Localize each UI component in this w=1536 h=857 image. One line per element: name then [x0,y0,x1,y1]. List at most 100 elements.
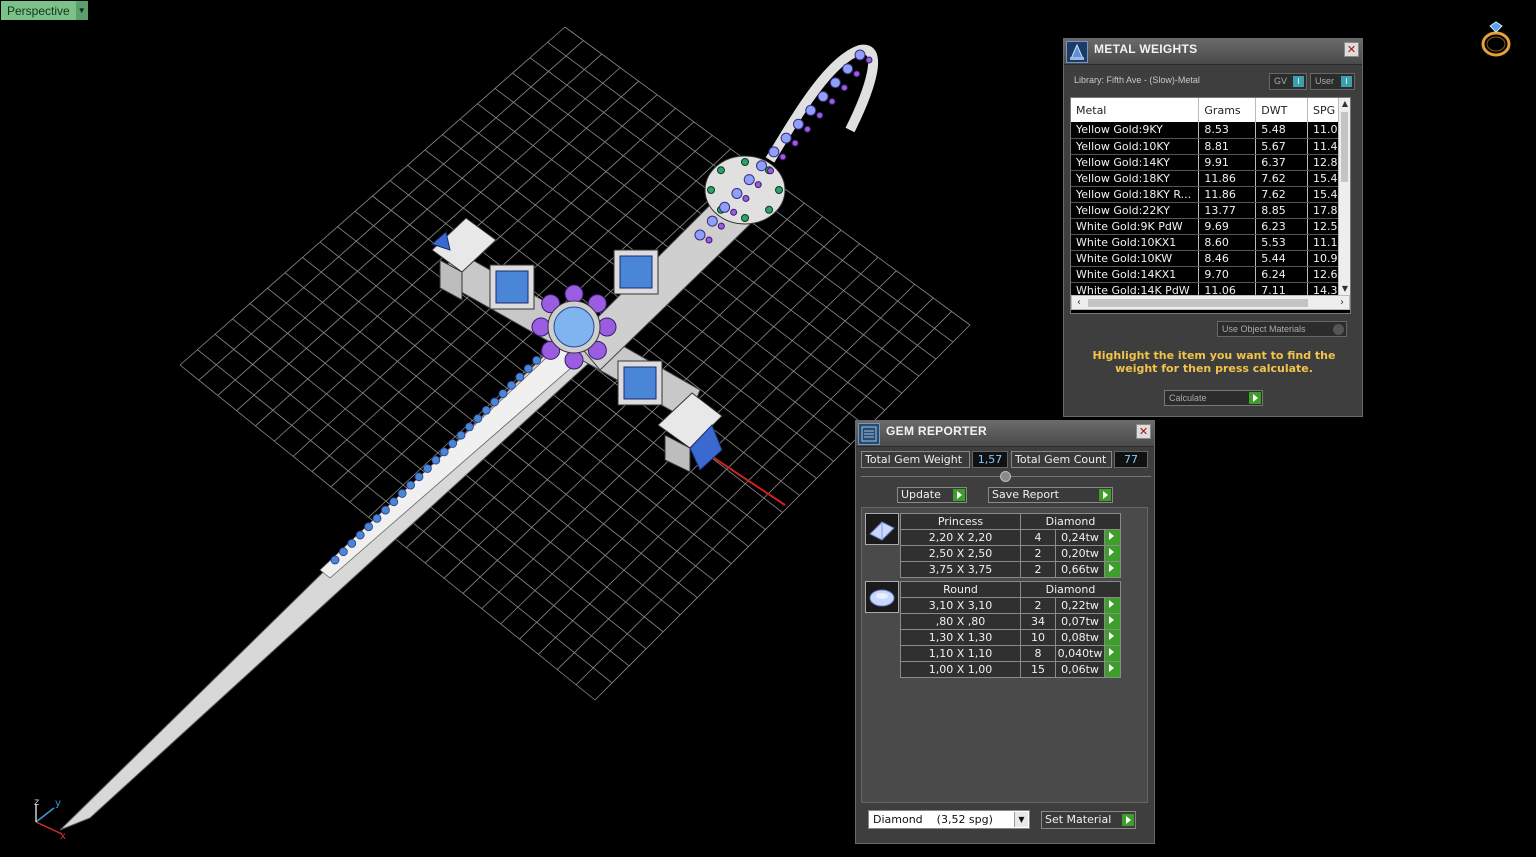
user-toggle[interactable]: User I [1310,73,1355,90]
axis-y-label: y [55,798,61,809]
metal-weights-title: METAL WEIGHTS [1094,42,1198,56]
library-label: Library: Fifth Ave - (Slow)-Metal [1074,75,1200,85]
princess-gem-icon[interactable] [865,513,899,545]
metal-row[interactable]: Yellow Gold:22KY 13.77 8.85 17.89 [1071,202,1350,219]
set-material-go-icon[interactable] [1122,814,1134,826]
material-select-value: Diamond (3,52 spg) [873,813,993,826]
select-gems-button[interactable] [1104,661,1121,678]
save-report-button[interactable]: Save Report [988,487,1113,503]
metal-weights-panel[interactable]: METAL WEIGHTS ✕ Library: Fifth Ave - (Sl… [1063,38,1363,417]
select-gems-button[interactable] [1104,561,1121,578]
gem-shape-header: Round [900,581,1021,598]
total-gem-count-label: Total Gem Count [1011,451,1112,468]
metal-row[interactable]: Yellow Gold:14KY 9.91 6.37 12.88 [1071,154,1350,171]
axis-z-label: z [34,797,39,808]
crown-gem [707,186,715,194]
axis-gizmo-icon: x y z [34,797,66,842]
gem-row[interactable]: ,80 X ,80 34 0,07tw [900,613,1121,630]
metal-cell: 8.81 [1198,138,1257,155]
set-material-button[interactable]: Set Material [1041,811,1136,829]
save-report-go-icon[interactable] [1099,489,1111,501]
select-gems-button[interactable] [1104,597,1121,614]
hook-gem [842,63,854,75]
select-gems-button[interactable] [1104,529,1121,546]
use-object-materials-switch[interactable] [1333,324,1344,335]
hook-accent-gem [754,181,762,189]
blade-gem [523,364,533,374]
save-report-label: Save Report [992,488,1059,501]
metal-column-header[interactable]: DWT [1255,98,1309,122]
metal-weights-titlebar[interactable]: METAL WEIGHTS ✕ [1064,39,1362,65]
metal-row[interactable]: Yellow Gold:9KY 8.53 5.48 11.08 [1071,122,1350,139]
chevron-down-icon[interactable]: ▼ [1014,812,1028,827]
material-select[interactable]: Diamond (3,52 spg) ▼ [868,810,1030,829]
crown-gem [741,158,749,166]
hook-accent-gem [730,208,738,216]
gem-row[interactable]: 3,10 X 3,10 2 0,22tw [900,597,1121,614]
gv-toggle-label: GV [1274,76,1288,86]
gem-reporter-title: GEM REPORTER [886,424,987,438]
gem-row[interactable]: 1,00 X 1,00 15 0,06tw [900,661,1121,678]
round-gem-icon[interactable] [865,581,899,613]
metal-row[interactable]: White Gold:10KW 8.46 5.44 10.99 [1071,250,1350,267]
hook-accent-gem [791,139,799,147]
metal-row[interactable]: Yellow Gold:10KY 8.81 5.67 11.45 [1071,138,1350,155]
blade-gem [506,380,516,390]
blade-gem [355,530,365,540]
metal-row[interactable]: White Gold:9K PdW 9.69 6.23 12.59 [1071,218,1350,235]
gem-weight: 0,07tw [1055,613,1105,630]
update-go-icon[interactable] [953,489,965,501]
metal-row[interactable]: White Gold:10KX1 8.60 5.53 11.18 [1071,234,1350,251]
use-object-materials-toggle[interactable]: Use Object Materials [1217,321,1347,337]
select-gems-button[interactable] [1104,613,1121,630]
crown-gem [716,166,725,175]
metal-row[interactable]: Yellow Gold:18KY R... 11.86 7.62 15.41 [1071,186,1350,203]
gv-toggle[interactable]: GV I [1269,73,1307,90]
close-icon[interactable]: ✕ [1136,424,1151,439]
metal-cell: 7.62 [1255,186,1309,203]
calculate-button[interactable]: Calculate [1164,390,1263,406]
metal-weights-icon [1066,41,1088,63]
metal-column-header[interactable]: Metal [1071,98,1200,122]
gv-toggle-switch[interactable]: I [1293,76,1304,87]
gem-reporter-panel[interactable]: GEM REPORTER ✕ Total Gem Weight 1,57 Tot… [855,420,1155,844]
total-gem-weight-value: 1,57 [972,451,1008,468]
gem-reporter-titlebar[interactable]: GEM REPORTER ✕ [856,421,1154,447]
gem-row[interactable]: 2,20 X 2,20 4 0,24tw [900,529,1121,546]
metal-cell: 11.86 [1198,186,1257,203]
gem-row[interactable]: 1,30 X 1,30 10 0,08tw [900,629,1121,646]
close-icon[interactable]: ✕ [1344,42,1359,57]
metal-table-vscroll[interactable]: ▲ ▼ [1338,98,1350,295]
princess-gem [619,255,653,289]
blade-gem [498,389,508,399]
blade-gem [456,430,466,440]
select-gems-button[interactable] [1104,629,1121,646]
select-gems-button[interactable] [1104,645,1121,662]
update-button[interactable]: Update [897,487,967,503]
collapse-toggle[interactable] [1000,471,1011,482]
user-toggle-switch[interactable]: I [1341,76,1352,87]
gem-count: 4 [1020,529,1056,546]
gem-row[interactable]: 1,10 X 1,10 8 0,040tw [900,645,1121,662]
hook-gem [829,77,841,89]
gem-count: 2 [1020,597,1056,614]
metal-row[interactable]: White Gold:14KX1 9.70 6.24 12.61 [1071,266,1350,283]
gem-row[interactable]: 2,50 X 2,50 2 0,20tw [900,545,1121,562]
viewport-label[interactable]: Perspective ▼ [1,1,88,20]
gem-weight: 0,66tw [1055,561,1105,578]
blade-gem [364,522,374,532]
ring-icon[interactable] [1476,20,1516,60]
metal-table-hscroll[interactable]: ‹ › [1071,295,1350,310]
perspective-dropdown-icon[interactable]: ▼ [75,1,88,20]
select-gems-button[interactable] [1104,545,1121,562]
metal-column-header[interactable]: Grams [1198,98,1257,122]
hook-accent-gem [717,222,725,230]
metal-row[interactable]: Yellow Gold:18KY 11.86 7.62 15.41 [1071,170,1350,187]
blade-gem [338,547,348,557]
gem-material-header: Diamond [1020,581,1121,598]
calculate-go-icon[interactable] [1249,392,1261,404]
metal-table[interactable]: Metal Grams DWT SPG Yellow Gold:9KY 8.53 5.48… [1070,97,1351,314]
crown-gem [775,186,783,194]
gem-list[interactable]: Princess Diamond 2,20 X 2,20 4 0,24tw 2,50 X … [861,507,1148,803]
gem-row[interactable]: 3,75 X 3,75 2 0,66tw [900,561,1121,578]
